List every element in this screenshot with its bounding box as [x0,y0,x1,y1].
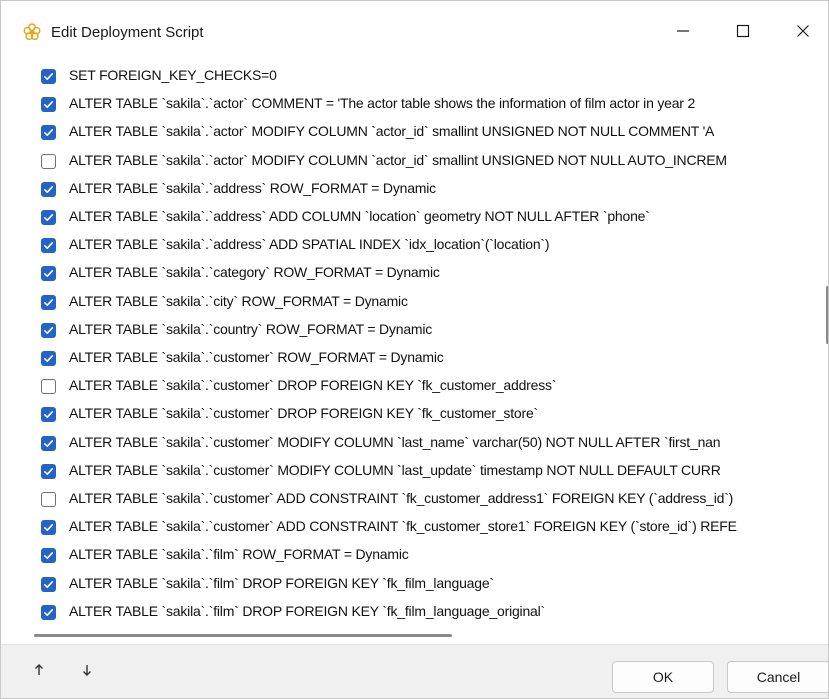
checkmark-icon [44,214,54,221]
statement-text: SET FOREIGN_KEY_CHECKS=0 [69,67,277,83]
checkmark-icon [44,608,54,616]
checkbox-checked[interactable] [41,238,56,254]
vertical-scrollbar[interactable] [818,61,828,629]
window-title: Edit Deployment Script [51,24,204,41]
statement-text: ALTER TABLE `sakila`.`customer` ADD CONS… [69,518,737,535]
checkbox-checked[interactable] [41,435,56,451]
checkmark-icon [44,552,54,560]
checkmark-icon [44,298,54,306]
checkbox-checked[interactable] [41,322,56,338]
statement-row[interactable]: ALTER TABLE `sakila`.`customer` MODIFY C… [24,429,828,457]
statement-row[interactable]: ALTER TABLE `sakila`.`film` ROW_FORMAT =… [24,541,828,569]
statement-row[interactable]: ALTER TABLE `sakila`.`address` ADD COLUM… [24,203,828,231]
statement-text: ALTER TABLE `sakila`.`address` ADD COLUM… [69,208,650,224]
statement-text: ALTER TABLE `sakila`.`customer` ROW_FORM… [69,349,444,365]
checkbox-checked[interactable] [41,548,56,564]
dialog-footer: OK Cancel [1,644,828,698]
checkmark-icon [44,73,54,80]
checkbox-checked[interactable] [41,463,56,479]
statement-row[interactable]: SET FOREIGN_KEY_CHECKS=0 [24,62,828,90]
checkbox-checked[interactable] [41,294,56,310]
statement-text: ALTER TABLE `sakila`.`category` ROW_FORM… [69,264,440,281]
checkbox-checked[interactable] [41,181,56,197]
checkmark-icon [44,580,54,588]
checkmark-icon [44,242,54,250]
sakura-app-icon [23,23,41,41]
minimize-icon [676,24,690,43]
checkmark-icon [44,524,54,532]
checkbox-checked[interactable] [41,97,56,113]
maximize-icon [736,24,750,43]
checkbox-checked[interactable] [41,351,56,366]
title-bar[interactable]: Edit Deployment Script [1,1,828,61]
checkmark-icon [44,439,54,447]
checkbox-checked[interactable] [41,604,56,620]
statement-row[interactable]: ALTER TABLE `sakila`.`customer` ADD CONS… [24,485,828,513]
checkbox-checked[interactable] [41,125,56,141]
checkmark-icon [44,326,54,334]
checkmark-icon [44,355,54,362]
statement-text: ALTER TABLE `sakila`.`address` ROW_FORMA… [69,179,436,196]
checkbox-unchecked[interactable] [41,153,56,169]
statement-row[interactable]: ALTER TABLE `sakila`.`customer` DROP FOR… [24,400,828,428]
horizontal-scrollbar-thumb[interactable] [34,634,452,637]
cancel-button[interactable]: Cancel [727,661,828,693]
checkbox-checked[interactable] [41,407,56,423]
checkbox-checked[interactable] [41,266,56,282]
statement-text: ALTER TABLE `sakila`.`customer` MODIFY C… [69,433,721,450]
statement-text: ALTER TABLE `sakila`.`actor` MODIFY COLU… [69,123,715,140]
statement-text: ALTER TABLE `sakila`.`customer` DROP FOR… [69,377,557,394]
statement-row[interactable]: ALTER TABLE `sakila`.`city` ROW_FORMAT =… [24,288,828,316]
statement-text: ALTER TABLE `sakila`.`city` ROW_FORMAT =… [69,292,408,309]
checkbox-checked[interactable] [41,210,56,225]
statement-row[interactable]: ALTER TABLE `sakila`.`film` DROP FOREIGN… [24,570,828,598]
checkbox-checked[interactable] [41,576,56,592]
statement-row[interactable]: ALTER TABLE `sakila`.`customer` ROW_FORM… [24,344,828,372]
statement-text: ALTER TABLE `sakila`.`film` DROP FOREIGN… [69,574,494,591]
checkmark-icon [44,270,54,278]
statement-text: ALTER TABLE `sakila`.`film` DROP FOREIGN… [69,602,546,619]
statement-text: ALTER TABLE `sakila`.`film` ROW_FORMAT =… [69,546,409,563]
close-button[interactable] [780,15,826,51]
arrow-down-icon [81,663,93,680]
checkbox-unchecked[interactable] [41,492,56,507]
checkbox-checked[interactable] [41,69,56,84]
statement-text: ALTER TABLE `sakila`.`actor` COMMENT = '… [69,95,696,112]
statement-text: ALTER TABLE `sakila`.`customer` MODIFY C… [69,461,721,478]
checkmark-icon [44,129,54,137]
checkmark-icon [44,467,54,475]
checkmark-icon [44,411,54,419]
ok-button[interactable]: OK [612,661,714,693]
move-down-button[interactable] [75,659,99,683]
statement-text: ALTER TABLE `sakila`.`actor` MODIFY COLU… [69,151,727,168]
checkbox-checked[interactable] [41,520,56,536]
checkbox-unchecked[interactable] [41,379,56,395]
close-icon [796,24,810,43]
arrow-up-icon [33,663,45,680]
statement-text: ALTER TABLE `sakila`.`country` ROW_FORMA… [69,320,433,337]
statement-row[interactable]: ALTER TABLE `sakila`.`actor` MODIFY COLU… [24,147,828,175]
maximize-button[interactable] [720,15,766,51]
move-up-button[interactable] [27,659,51,683]
checkmark-icon [44,185,54,193]
statement-row[interactable]: ALTER TABLE `sakila`.`address` ROW_FORMA… [24,175,828,203]
statement-row[interactable]: ALTER TABLE `sakila`.`customer` DROP FOR… [24,372,828,400]
statement-row[interactable]: ALTER TABLE `sakila`.`country` ROW_FORMA… [24,316,828,344]
statement-text: ALTER TABLE `sakila`.`customer` DROP FOR… [69,405,539,422]
statement-row[interactable]: ALTER TABLE `sakila`.`actor` COMMENT = '… [24,90,828,118]
statement-row[interactable]: ALTER TABLE `sakila`.`category` ROW_FORM… [24,259,828,287]
minimize-button[interactable] [660,15,706,51]
statement-row[interactable]: ALTER TABLE `sakila`.`customer` ADD CONS… [24,513,828,541]
statement-list[interactable]: SET FOREIGN_KEY_CHECKS=0 ALTER TABLE `sak… [24,61,828,629]
statement-row[interactable]: ALTER TABLE `sakila`.`address` ADD SPATI… [24,231,828,259]
statement-row[interactable]: ALTER TABLE `sakila`.`customer` MODIFY C… [24,457,828,485]
statement-text: ALTER TABLE `sakila`.`customer` ADD CONS… [69,490,734,506]
edit-deployment-script-dialog: Edit Deployment Script SET FOREIGN_KEY_C… [0,0,829,699]
statement-row[interactable]: ALTER TABLE `sakila`.`actor` MODIFY COLU… [24,118,828,146]
checkmark-icon [44,101,54,109]
statement-text: ALTER TABLE `sakila`.`address` ADD SPATI… [69,236,550,253]
statement-row[interactable]: ALTER TABLE `sakila`.`film` DROP FOREIGN… [24,598,828,626]
